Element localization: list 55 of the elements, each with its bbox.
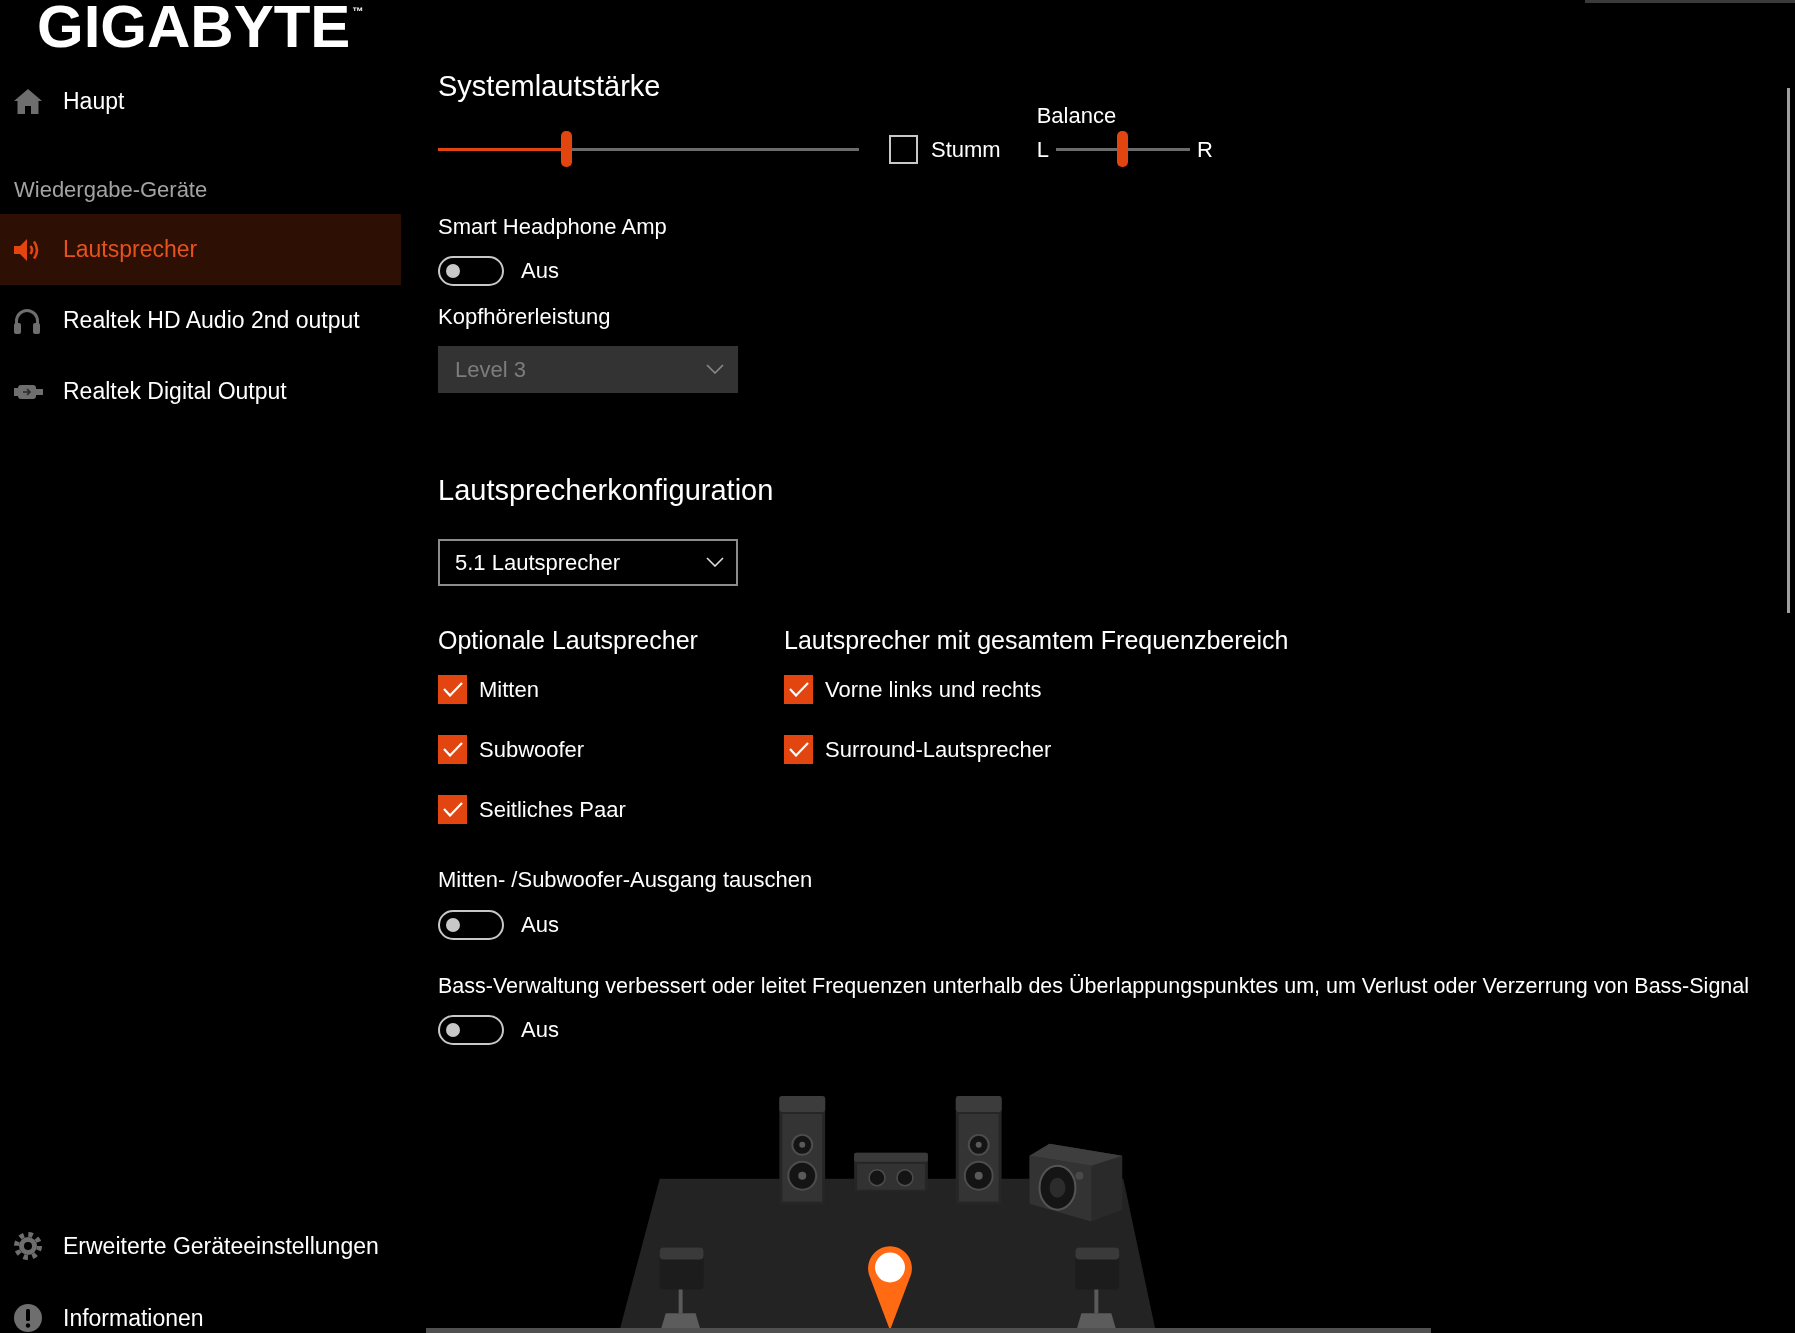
- speaker-icon: [14, 237, 41, 262]
- setting-label: Bass-Verwaltung verbessert oder leitet Frequenzen unterhalb des Überlappungspunktes um, um Verlust oder Verzerrung von Bass-Signal: [438, 972, 1750, 1000]
- balance-label: Balance: [1036, 102, 1117, 130]
- checkbox-label: Surround-Lautsprecher: [825, 736, 1052, 765]
- checkbox[interactable]: [784, 675, 813, 705]
- sidebar-item[interactable]: Lautsprecher: [0, 214, 401, 285]
- setting-label: Kopfhörerleistung: [438, 303, 611, 331]
- checkbox-label: Stumm: [931, 135, 1001, 164]
- location-pin-icon[interactable]: [868, 1246, 912, 1330]
- checkbox[interactable]: [438, 795, 467, 825]
- checkmark-icon: [788, 742, 809, 758]
- plug-icon: [14, 384, 43, 399]
- group-heading: Lautsprecher mit gesamtem Frequenzbereich: [784, 624, 1289, 655]
- slider-thumb[interactable]: [561, 131, 572, 167]
- checkbox-label: Mitten: [479, 676, 539, 705]
- slider-thumb[interactable]: [1117, 131, 1129, 167]
- vertical-scrollbar[interactable]: [1787, 88, 1790, 613]
- brand-logo: GIGABYTE$^{™}$: [37, 2, 364, 52]
- group-heading: Optionale Lautsprecher: [438, 624, 698, 655]
- checkbox[interactable]: [438, 675, 467, 705]
- checkbox-label: Seitliches Paar: [479, 796, 626, 825]
- section-title: Lautsprecherkonfiguration: [438, 472, 774, 508]
- checkmark-icon: [788, 682, 809, 698]
- chevron-down-icon: [706, 557, 724, 568]
- home-icon: [14, 88, 42, 114]
- settings-icon: [14, 1232, 42, 1260]
- setting-label: Mitten- /Subwoofer-Ausgang tauschen: [438, 865, 813, 894]
- horizontal-scrollbar[interactable]: [426, 1328, 1431, 1333]
- satellite-speaker[interactable]: [659, 1247, 704, 1330]
- setting-label: Smart Headphone Amp: [438, 213, 667, 241]
- toggle-state-label: Aus: [521, 910, 559, 939]
- balance-slider[interactable]: [1055, 131, 1190, 167]
- chevron-down-icon: [706, 364, 724, 375]
- headphones-icon: [14, 307, 40, 334]
- checkbox[interactable]: [889, 134, 918, 164]
- toggle-switch[interactable]: [438, 909, 504, 940]
- subwoofer[interactable]: [1029, 1143, 1123, 1222]
- toggle-state-label: Aus: [521, 257, 559, 285]
- checkmark-icon: [442, 742, 463, 758]
- toggle-switch[interactable]: [438, 1014, 504, 1045]
- section-heading: Wiedergabe-Geräte: [13, 176, 209, 204]
- checkbox[interactable]: [438, 735, 467, 765]
- satellite-speaker[interactable]: [1075, 1247, 1120, 1330]
- toggle-state-label: Aus: [521, 1015, 559, 1044]
- section-title: Systemlautstärke: [438, 69, 661, 104]
- checkbox-label: Vorne links und rechts: [825, 676, 1042, 705]
- checkmark-icon: [442, 682, 463, 698]
- checkbox-label: Subwoofer: [479, 736, 585, 765]
- dropdown[interactable]: 5.1 Lautsprecher: [438, 538, 738, 586]
- balance-right-label: R: [1196, 135, 1213, 164]
- balance-left-label: L: [1036, 135, 1049, 164]
- toggle-switch[interactable]: [438, 256, 504, 286]
- checkmark-icon: [442, 802, 463, 818]
- volume-slider[interactable]: [438, 131, 859, 167]
- checkbox[interactable]: [784, 735, 813, 765]
